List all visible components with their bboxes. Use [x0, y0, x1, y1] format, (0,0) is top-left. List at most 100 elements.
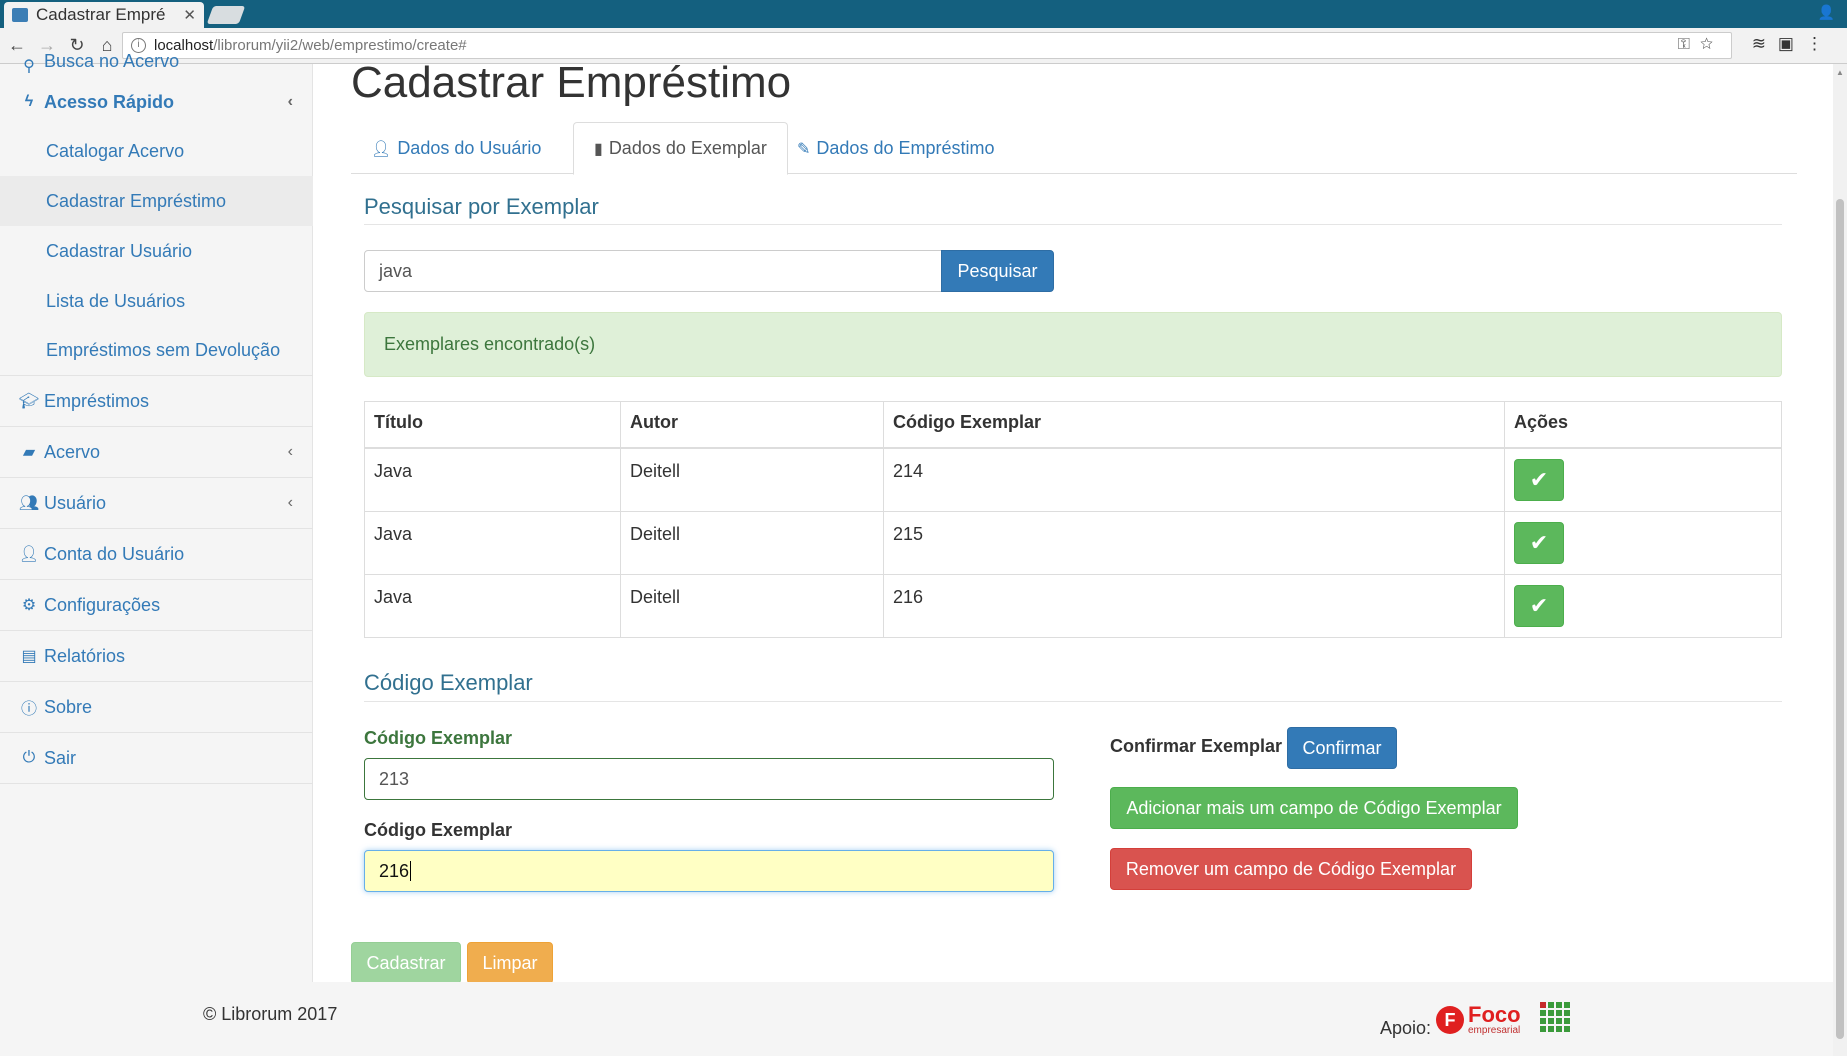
column-header: Título — [364, 401, 621, 449]
sidebar-item-conta[interactable]: 👤︎ Conta do Usuário — [0, 529, 313, 580]
cell-titulo: Java — [364, 510, 621, 575]
if-logo — [1540, 1002, 1570, 1032]
sidebar-item-busca[interactable]: ⚲ Busca no Acervo — [0, 54, 313, 78]
tab-dados-exemplar[interactable]: ▮ Dados do Exemplar — [573, 122, 788, 175]
list-icon: ▤ — [21, 648, 37, 665]
search-input[interactable]: java — [364, 250, 942, 292]
sidebar-item-relatorios[interactable]: ▤ Relatórios — [0, 631, 313, 682]
submit-button[interactable]: Cadastrar — [351, 942, 461, 984]
cell-titulo: Java — [364, 447, 621, 512]
cell-acoes: ✔ — [1504, 573, 1782, 638]
sidebar-item-emprestimos-sem-devolucao[interactable]: Empréstimos sem Devolução — [0, 326, 313, 376]
tab-dados-emprestimo[interactable]: ✎ Dados do Empréstimo — [777, 122, 1014, 175]
select-exemplar-button[interactable]: ✔ — [1514, 584, 1564, 627]
form-tabs: 👤︎ Dados do Usuário ▮ Dados do Exemplar ✎ D… — [351, 122, 1797, 175]
codigo-label-2: Código Exemplar — [364, 820, 513, 840]
scrollbar[interactable]: ▲ — [1833, 64, 1847, 1056]
cell-autor: Deitell — [620, 510, 884, 575]
profile-icon[interactable]: 👤 — [1818, 4, 1835, 21]
column-header: Autor — [620, 401, 884, 449]
sidebar-item-lista-usuarios[interactable]: Lista de Usuários — [0, 276, 313, 326]
book-icon: ▮ — [594, 140, 603, 158]
scrollbar-thumb[interactable] — [1836, 199, 1844, 1039]
sidebar-item-cadastrar-usuario[interactable]: Cadastrar Usuário — [0, 226, 313, 276]
url-host: localhost — [154, 37, 214, 54]
section-title-pesquisar: Pesquisar por Exemplar — [364, 194, 599, 219]
cell-acoes: ✔ — [1504, 447, 1782, 512]
browser-tab[interactable]: Cadastrar Empré ✕ — [4, 2, 204, 28]
footer: © Librorum 2017 Apoio: F Foco empresarial — [0, 982, 1847, 1056]
sidebar: ⚲ Busca no Acervo ϟ Acesso Rápido ‹ Catalo… — [0, 54, 313, 982]
copyright: © Librorum 2017 — [203, 1004, 338, 1024]
cell-codigo: 216 — [883, 573, 1505, 638]
apoio-label: Apoio: — [1380, 1018, 1432, 1038]
graduation-cap-icon: 🎓︎ — [18, 393, 40, 410]
select-exemplar-button[interactable]: ✔ — [1514, 458, 1564, 501]
page-title: Cadastrar Empréstimo — [351, 58, 792, 107]
tab-dados-usuario[interactable]: 👤︎ Dados do Usuário — [351, 122, 561, 175]
cell-autor: Deitell — [620, 447, 884, 512]
browser-tabbar: Cadastrar Empré ✕ 👤 — [0, 0, 1847, 28]
bolt-icon: ϟ — [24, 93, 34, 110]
sidebar-item-acesso-rapido[interactable]: ϟ Acesso Rápido ‹ — [0, 78, 313, 126]
forward-icon[interactable]: → — [34, 35, 60, 56]
text-cursor — [410, 861, 412, 881]
divider — [364, 224, 1782, 225]
new-tab-button[interactable] — [206, 6, 246, 24]
sidebar-item-sair[interactable]: ⏻ Sair — [0, 733, 313, 784]
table-row: Java Deitell 214 ✔ — [364, 447, 1782, 512]
book-icon: ▰ — [22, 444, 36, 461]
add-field-button[interactable]: Adicionar mais um campo de Código Exempl… — [1110, 787, 1518, 829]
close-icon[interactable]: ✕ — [183, 6, 196, 24]
cell-autor: Deitell — [620, 573, 884, 638]
back-icon[interactable]: ← — [4, 35, 30, 56]
confirm-button[interactable]: Confirmar — [1287, 727, 1397, 769]
chevron-left-icon: ‹ — [287, 443, 293, 460]
sidebar-item-acervo[interactable]: ▰ Acervo ‹ — [0, 427, 313, 478]
sidebar-item-configuracoes[interactable]: ⚙ Configurações — [0, 580, 313, 631]
foco-logo: F Foco empresarial — [1436, 1004, 1521, 1036]
sidebar-item-emprestimos[interactable]: 🎓︎ Empréstimos — [0, 376, 313, 427]
confirmar-label: Confirmar Exemplar — [1110, 736, 1283, 756]
sidebar-item-cadastrar-emprestimo[interactable]: Cadastrar Empréstimo — [0, 176, 313, 226]
check-icon: ✔ — [1529, 466, 1549, 492]
select-exemplar-button[interactable]: ✔ — [1514, 521, 1564, 564]
info-circle-icon: ⓘ — [20, 701, 37, 718]
search-button[interactable]: Pesquisar — [941, 250, 1054, 292]
check-icon: ✔ — [1529, 592, 1549, 618]
edit-icon: ✎ — [797, 140, 811, 158]
results-alert: Exemplares encontrado(s) — [364, 312, 1782, 377]
column-header: Código Exemplar — [883, 401, 1505, 449]
table-row: Java Deitell 215 ✔ — [364, 510, 1782, 575]
main-content: Cadastrar Empréstimo 👤︎ Dados do Usuário … — [313, 58, 1833, 984]
users-icon: 👥︎ — [18, 495, 40, 512]
sidebar-item-sobre[interactable]: ⓘ Sobre — [0, 682, 313, 733]
browser-tab-title: Cadastrar Empré — [36, 5, 166, 24]
reload-icon[interactable]: ↻ — [64, 35, 90, 56]
codigo-label-1: Código Exemplar — [364, 728, 513, 748]
sidebar-item-usuario[interactable]: 👥︎ Usuário ‹ — [0, 478, 313, 529]
scroll-up-icon[interactable]: ▲ — [1836, 68, 1844, 77]
codigo-exemplar-input-1[interactable]: 213 — [364, 758, 1054, 800]
favicon-icon — [12, 8, 28, 22]
cell-codigo: 214 — [883, 447, 1505, 512]
info-icon[interactable]: i — [131, 38, 146, 53]
codigo-exemplar-input-2[interactable]: 216 — [364, 850, 1054, 892]
address-bar[interactable]: i localhost/librorum/yii2/web/emprestimo… — [122, 32, 1732, 59]
cell-codigo: 215 — [883, 510, 1505, 575]
power-icon: ⏻ — [22, 749, 36, 766]
bookmark-star-icon[interactable]: ⚿☆ — [1678, 36, 1723, 54]
url-path: /librorum/yii2/web/emprestimo/create# — [213, 37, 467, 54]
remove-field-button[interactable]: Remover um campo de Código Exemplar — [1110, 848, 1472, 890]
table-header-row: Título Autor Código Exemplar Ações — [364, 401, 1782, 449]
sidebar-item-catalogar[interactable]: Catalogar Acervo — [0, 126, 313, 176]
user-icon: 👤︎ — [371, 140, 392, 158]
section-title-codigo: Código Exemplar — [364, 670, 533, 695]
user-icon: 👤︎ — [18, 546, 40, 563]
divider — [364, 701, 1782, 702]
home-icon[interactable]: ⌂ — [94, 35, 120, 56]
check-icon: ✔ — [1529, 529, 1549, 555]
chevron-left-icon: ‹ — [287, 494, 293, 511]
extensions-icon[interactable]: ≋▣⋮ — [1752, 34, 1835, 54]
clear-button[interactable]: Limpar — [467, 942, 553, 984]
